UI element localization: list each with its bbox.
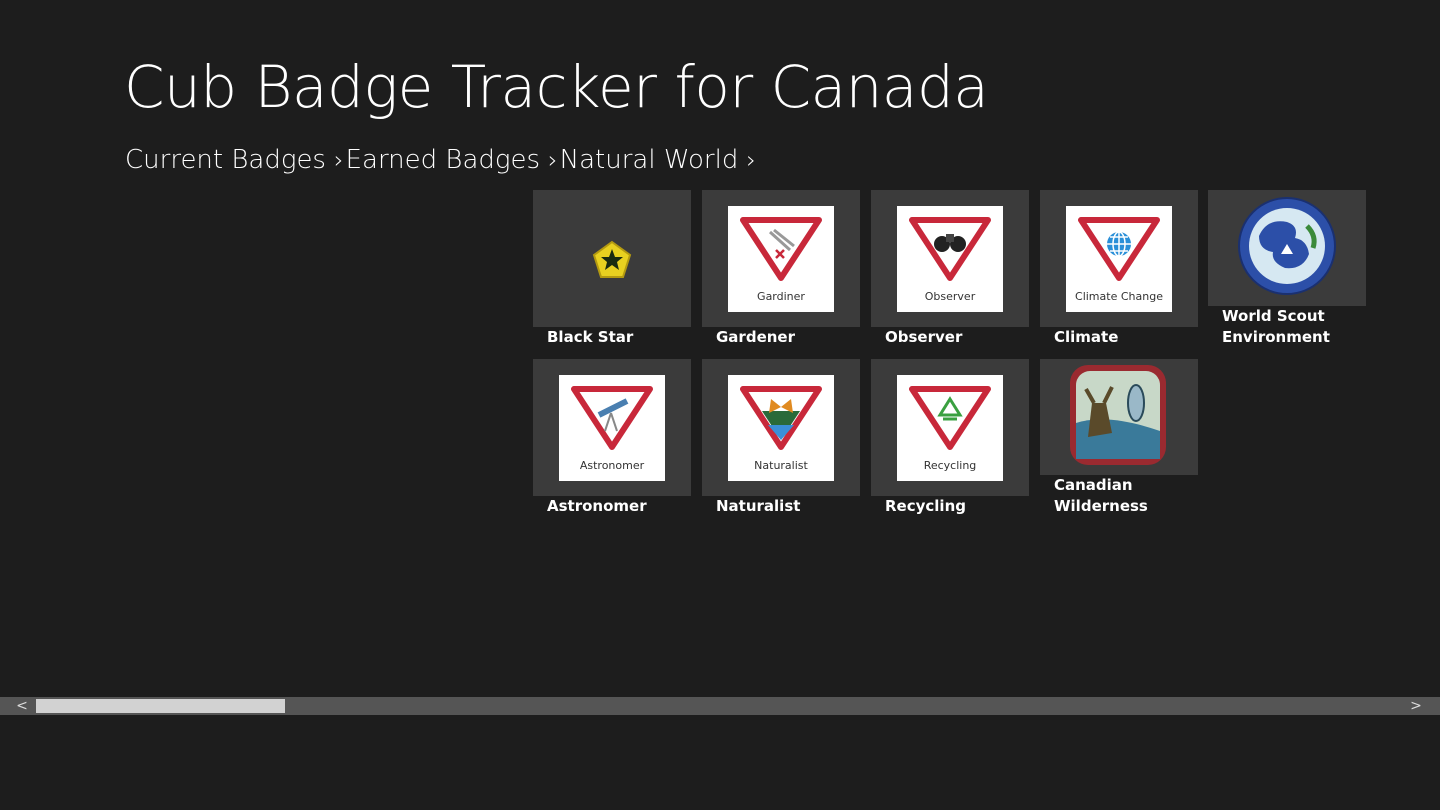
gardener-badge-image: Gardiner bbox=[728, 206, 834, 312]
badge-label: Black Star bbox=[533, 327, 691, 348]
breadcrumb-earned-badges[interactable]: Earned Badges bbox=[346, 142, 540, 178]
naturalist-badge-image: Naturalist bbox=[728, 375, 834, 481]
globe-icon bbox=[1078, 217, 1160, 281]
scroll-right-arrow[interactable]: > bbox=[1404, 697, 1428, 715]
chevron-right-icon: › bbox=[333, 146, 344, 174]
badge-label: Canadian Wilderness bbox=[1040, 475, 1198, 517]
badge-tile-naturalist[interactable]: Naturalist Naturalist bbox=[702, 359, 860, 517]
badge-label: Astronomer bbox=[533, 496, 691, 517]
recycling-badge-image: Recycling bbox=[897, 375, 1003, 481]
badge-tile-canadian-wilderness[interactable]: Canadian Wilderness bbox=[1040, 359, 1198, 517]
badge-label: Naturalist bbox=[702, 496, 860, 517]
app-title: Cub Badge Tracker for Canada bbox=[124, 53, 989, 121]
binoculars-icon bbox=[909, 217, 991, 281]
observer-badge-image: Observer bbox=[897, 206, 1003, 312]
badge-label: Observer bbox=[871, 327, 1029, 348]
gardener-icon bbox=[740, 217, 822, 281]
world-scout-emblem-icon bbox=[1238, 197, 1336, 295]
badge-tile-gardener[interactable]: Gardiner Gardener bbox=[702, 190, 860, 348]
horizontal-scrollbar[interactable]: < > bbox=[0, 697, 1440, 715]
badge-label: Climate Change bbox=[1040, 327, 1198, 348]
butterfly-icon bbox=[740, 386, 822, 450]
recycle-icon bbox=[909, 386, 991, 450]
breadcrumb-current-badges[interactable]: Current Badges bbox=[125, 142, 326, 178]
badge-tile-observer[interactable]: Observer Observer bbox=[871, 190, 1029, 348]
breadcrumb: Current Badges › Earned Badges › Natural… bbox=[125, 142, 758, 178]
badge-tile-climate-change[interactable]: Climate Change Climate Change bbox=[1040, 190, 1198, 348]
badge-tile-recycling[interactable]: Recycling Recycling bbox=[871, 359, 1029, 517]
chevron-right-icon: › bbox=[548, 146, 558, 174]
telescope-icon bbox=[571, 386, 653, 450]
moose-and-fish-patch-icon bbox=[1070, 365, 1166, 465]
badge-label: World Scout Environment bbox=[1208, 306, 1366, 348]
scroll-left-arrow[interactable]: < bbox=[10, 697, 34, 715]
astronomer-badge-image: Astronomer bbox=[559, 375, 665, 481]
black-star-badge-icon bbox=[592, 240, 632, 278]
chevron-right-icon: › bbox=[746, 146, 756, 174]
breadcrumb-natural-world[interactable]: Natural World bbox=[560, 142, 739, 178]
badge-tile-world-scout-environment[interactable]: World Scout Environment bbox=[1208, 190, 1366, 348]
climate-change-badge-image: Climate Change bbox=[1066, 206, 1172, 312]
scroll-thumb[interactable] bbox=[36, 699, 285, 713]
badge-tile-astronomer[interactable]: Astronomer Astronomer bbox=[533, 359, 691, 517]
badge-label: Recycling bbox=[871, 496, 1029, 517]
badge-tile-black-star[interactable]: Black Star bbox=[533, 190, 691, 348]
badge-label: Gardener bbox=[702, 327, 860, 348]
